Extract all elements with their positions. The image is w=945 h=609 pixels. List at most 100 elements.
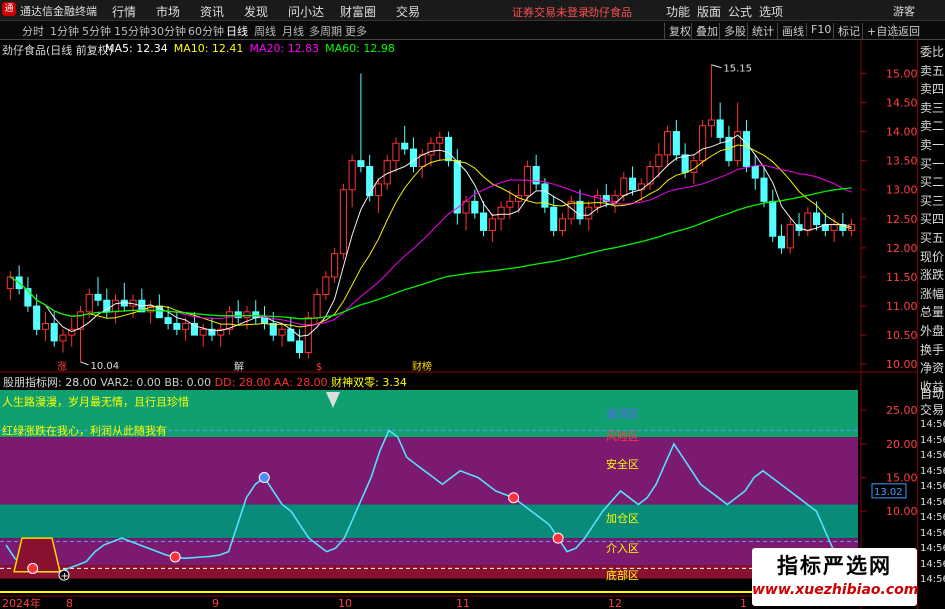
period-tab-7[interactable]: 周线: [254, 23, 276, 39]
menu-2[interactable]: 资讯: [200, 3, 224, 20]
app-title: 通达信金融终端: [20, 5, 97, 18]
event-marker-3: 财榜: [412, 360, 432, 373]
x-label-2: 9: [212, 597, 219, 609]
ind-tick-label: 15.00: [886, 472, 917, 485]
indicator-value-1: BB: 0.00: [160, 376, 212, 389]
ma-labels: MA5: 12.34 MA10: 12.41 MA20: 12.83 MA60: 12…: [105, 42, 401, 55]
right-menu-3[interactable]: 选项: [759, 3, 783, 20]
candle-body: [550, 206, 558, 231]
price-tick-label: 12.00: [886, 242, 917, 255]
period-tab-1[interactable]: 1分钟: [50, 23, 79, 39]
menu-0[interactable]: 行情: [112, 3, 136, 20]
period-tab-6[interactable]: 日线: [226, 23, 248, 39]
candle-body: [366, 165, 374, 197]
period-tab-8[interactable]: 月线: [282, 23, 304, 39]
trade-label-10: 14:56: [920, 543, 945, 554]
candle-body: [699, 125, 707, 162]
toolbar-btn-2[interactable]: 多股: [719, 23, 746, 39]
right-menu-0[interactable]: 功能: [666, 3, 690, 20]
candle-body: [576, 200, 584, 220]
period-tab-9[interactable]: 多周期: [309, 23, 342, 39]
candle-body: [269, 322, 277, 336]
signal-marker-3: [508, 492, 520, 504]
candle-body: [848, 224, 856, 231]
candle-body: [628, 177, 637, 191]
plus-glyph: +: [61, 571, 69, 582]
candle-body: [664, 131, 672, 156]
candle-body: [173, 322, 181, 330]
title-bar: 通 通达信金融终端 证券交易未登录 劲仔食品 游客 行情 市场 资讯 发现 问小达 财富圈…: [0, 0, 945, 21]
watermark-url: www.xuezhibiao.com: [752, 582, 919, 598]
quote-label-11: 现价: [920, 249, 945, 264]
x-label-0: 2024年: [2, 596, 41, 609]
toolbar-btn-8[interactable]: 返回: [893, 23, 920, 39]
trade-label-9: 14:56: [920, 527, 945, 539]
candle-body: [742, 131, 751, 167]
candle-body: [374, 183, 382, 197]
candle-body: [111, 299, 120, 313]
period-toolbar: 分时 1分钟 5分钟 15分钟 30分钟 60分钟 日线 周线 月线 多周期 更多 复权 叠加 多股 统计画…: [0, 21, 945, 40]
candle-body: [611, 195, 619, 202]
candle-body: [199, 328, 207, 336]
guest-label[interactable]: 游客: [893, 3, 915, 19]
right-menu-2[interactable]: 公式: [728, 3, 752, 20]
toolbar-btn-1[interactable]: 叠加: [691, 23, 718, 39]
x-label-1: 8: [66, 597, 73, 609]
candle-body: [506, 200, 514, 208]
x-label-3: 10: [338, 597, 352, 609]
right-menu-1[interactable]: 版面: [697, 3, 721, 20]
period-tab-5[interactable]: 60分钟: [188, 23, 224, 39]
price-tick-label: 14.00: [886, 126, 917, 139]
candle-body: [830, 224, 838, 231]
trade-label-6: 14:56: [920, 481, 945, 492]
menu-6[interactable]: 交易: [396, 3, 420, 20]
candle-body: [427, 142, 435, 156]
period-tab-3[interactable]: 15分钟: [114, 23, 150, 39]
period-tab-0[interactable]: 分时: [22, 23, 44, 39]
ind-tick-label: 10.00: [886, 505, 917, 518]
menu-3[interactable]: 发现: [244, 3, 268, 20]
period-tab-2[interactable]: 5分钟: [82, 23, 111, 39]
chart-area[interactable]: 15.00 14.50 14.00 13.50 13.00 12.50 12.00 11.50…: [0, 40, 917, 609]
low-label: 10.04: [90, 361, 119, 372]
candle-body: [94, 293, 102, 301]
ind-tick-label: 20.00: [886, 438, 917, 451]
candle-body: [786, 224, 794, 249]
indicator-first-value: : 28.00: [58, 376, 97, 389]
period-tab-10[interactable]: 更多: [345, 23, 367, 39]
indicator-value-2: DD: 28.00: [211, 376, 271, 389]
signal-marker-4: [552, 532, 564, 544]
price-tick-label: 12.50: [886, 213, 917, 226]
candle-body: [225, 311, 234, 330]
candle-body: [804, 212, 812, 231]
price-tick-label: 10.00: [886, 358, 917, 371]
current-value-label: 13.02: [874, 487, 903, 498]
ma-label-1: MA10: 12.41: [173, 42, 244, 55]
quote-label-4: 卖二: [920, 119, 945, 134]
menu-5[interactable]: 财富圈: [340, 3, 376, 20]
candle-body: [480, 212, 488, 231]
event-marker-0: 涨: [57, 361, 67, 373]
period-tab-4[interactable]: 30分钟: [150, 23, 186, 39]
login-notice[interactable]: 证券交易未登录: [512, 4, 589, 20]
toolbar-btn-5[interactable]: F10: [806, 23, 831, 36]
menu-1[interactable]: 市场: [156, 3, 180, 20]
trade-label-0: 自动: [920, 387, 945, 401]
toolbar-btn-0[interactable]: 复权: [664, 23, 691, 39]
toolbar-btn-3[interactable]: 统计: [747, 23, 774, 39]
zone-label-2: 安全区: [606, 457, 639, 471]
indicator-header: 股朋指标网: 28.00 VAR2: 0.00 BB: 0.00 DD: 28.…: [3, 374, 407, 390]
zone-label-3: 加仓区: [606, 511, 639, 525]
toolbar-btn-4[interactable]: 画线: [777, 23, 804, 39]
quote-label-8: 买三: [920, 193, 945, 208]
notice-stock[interactable]: 劲仔食品: [588, 4, 632, 20]
toolbar-btn-6[interactable]: 标记: [833, 23, 860, 39]
price-tick-label: 13.50: [886, 155, 917, 168]
menu-4[interactable]: 问小达: [288, 3, 324, 20]
ma-label-2: MA20: 12.83: [249, 42, 320, 55]
candle-body: [620, 177, 628, 197]
candle-body: [182, 322, 190, 330]
quote-label-2: 卖四: [920, 82, 945, 97]
trade-label-8: 14:56: [920, 512, 945, 523]
quote-label-12: 涨跌: [920, 268, 945, 283]
